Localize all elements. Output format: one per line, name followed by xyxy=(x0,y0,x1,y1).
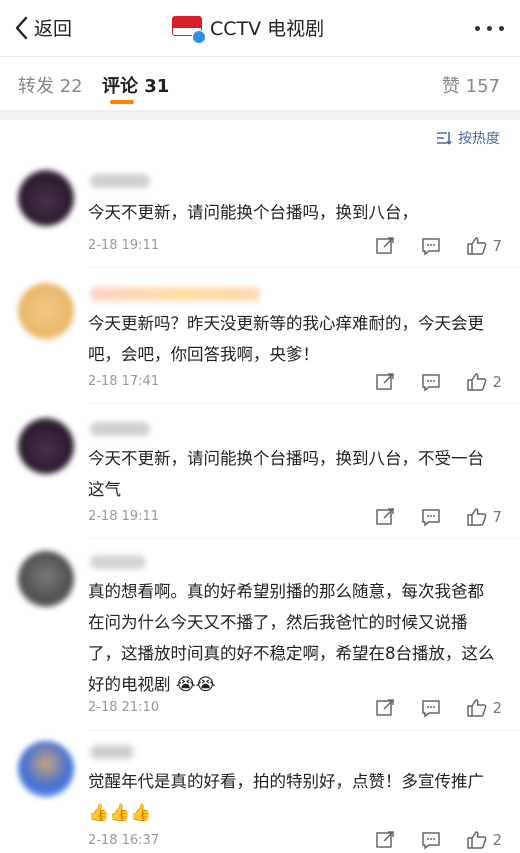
comment-time: 2-18 16:37 xyxy=(88,833,160,848)
comment-text: 觉醒年代是真的好看，拍的特别好，点赞！多宣传推广 👍👍👍 xyxy=(88,766,498,829)
reply-button[interactable] xyxy=(420,830,442,850)
comment-actions: 2 xyxy=(374,830,502,850)
comment-text: 今天不更新，请问能换个台播吗，换到八台，不受一台这气 xyxy=(88,449,484,499)
comment-actions: 7 xyxy=(374,507,502,527)
sort-label: 按热度 xyxy=(458,131,500,147)
cctv-logo-icon xyxy=(172,15,206,44)
username-blurred[interactable] xyxy=(90,555,146,569)
comment-icon xyxy=(422,832,441,850)
reply-button[interactable] xyxy=(420,698,442,718)
comment-time: 2-18 17:41 xyxy=(88,374,160,389)
username-blurred[interactable] xyxy=(90,287,260,301)
comment-divider xyxy=(88,729,520,730)
share-button[interactable] xyxy=(374,507,396,527)
like-count: 2 xyxy=(492,831,502,849)
reply-button[interactable] xyxy=(420,372,442,392)
thumbs-up-emoji-icon: 👍👍👍 xyxy=(88,803,152,823)
account-title[interactable]: CCTV 电视剧 xyxy=(172,14,325,44)
comment-icon xyxy=(422,509,441,527)
tab-repost[interactable]: 转发 22 xyxy=(18,72,83,98)
thumbs-up-icon xyxy=(467,373,487,391)
username-blurred[interactable] xyxy=(90,745,134,759)
comment-actions: 2 xyxy=(374,372,502,392)
share-button[interactable] xyxy=(374,698,396,718)
comment-icon xyxy=(422,700,441,718)
reply-button[interactable] xyxy=(420,236,442,256)
username-blurred[interactable] xyxy=(90,174,150,188)
share-icon xyxy=(376,508,395,525)
like-button[interactable]: 2 xyxy=(466,372,502,392)
like-button[interactable]: 2 xyxy=(466,830,502,850)
page-title: CCTV 电视剧 xyxy=(210,18,325,40)
section-divider xyxy=(0,110,520,120)
comment-text: 今天更新吗？昨天没更新等的我心痒难耐的，今天会更吧，会吧，你回答我啊，央爹！ xyxy=(88,314,484,364)
chevron-left-icon xyxy=(15,16,28,39)
like-button[interactable]: 7 xyxy=(466,507,502,527)
share-icon xyxy=(376,237,395,254)
tab-bar: 转发 22 评论 31 赞 157 xyxy=(0,56,520,110)
avatar[interactable] xyxy=(18,418,74,474)
comment-text: 真的想看啊。真的好希望别播的那么随意，每次我爸都在问为什么今天又不播了，然后我爸… xyxy=(88,576,498,701)
share-button[interactable] xyxy=(374,372,396,392)
comment-time: 2-18 21:10 xyxy=(88,700,160,715)
comment-text: 今天不更新，请问能换个台播吗，换到八台， xyxy=(88,203,418,222)
top-bar: 返回 CCTV 电视剧 xyxy=(0,0,520,57)
share-button[interactable] xyxy=(374,236,396,256)
like-button[interactable]: 7 xyxy=(466,236,502,256)
comment-icon xyxy=(422,238,441,256)
tab-comments[interactable]: 评论 31 xyxy=(102,72,169,98)
avatar[interactable] xyxy=(18,741,74,797)
thumbs-up-icon xyxy=(467,831,487,849)
share-icon xyxy=(376,699,395,716)
dot-icon xyxy=(475,26,480,31)
more-options-button[interactable] xyxy=(475,26,504,31)
verified-badge-icon xyxy=(192,29,206,44)
like-button[interactable]: 2 xyxy=(466,698,502,718)
comment-divider xyxy=(88,267,520,268)
thumbs-up-icon xyxy=(467,508,487,526)
crying-emoji-icon: 😭😭 xyxy=(175,675,216,695)
comment-text-body: 真的想看啊。真的好希望别播的那么随意，每次我爸都在问为什么今天又不播了，然后我爸… xyxy=(88,582,495,694)
back-label: 返回 xyxy=(34,18,73,40)
like-count: 7 xyxy=(492,508,502,526)
like-count: 2 xyxy=(492,699,502,717)
share-icon xyxy=(376,373,395,390)
sort-icon xyxy=(437,132,452,145)
comment-actions: 7 xyxy=(374,236,502,256)
thumbs-up-icon xyxy=(467,237,487,255)
share-icon xyxy=(376,831,395,848)
sort-by-hot-button[interactable]: 按热度 xyxy=(436,128,500,148)
avatar[interactable] xyxy=(18,170,74,226)
comment-icon xyxy=(422,374,441,392)
share-button[interactable] xyxy=(374,830,396,850)
like-count: 7 xyxy=(492,237,502,255)
comment-text-body: 觉醒年代是真的好看，拍的特别好，点赞！多宣传推广 xyxy=(88,772,484,791)
avatar[interactable] xyxy=(18,551,74,607)
avatar[interactable] xyxy=(18,283,74,339)
dot-icon xyxy=(487,26,492,31)
comment-time: 2-18 19:11 xyxy=(88,509,160,524)
comment-time: 2-18 19:11 xyxy=(88,238,160,253)
dot-icon xyxy=(499,26,504,31)
comment-divider xyxy=(88,403,520,404)
reply-button[interactable] xyxy=(420,507,442,527)
active-tab-indicator xyxy=(110,100,134,104)
comment-actions: 2 xyxy=(374,698,502,718)
tab-likes[interactable]: 赞 157 xyxy=(442,72,500,98)
back-button[interactable]: 返回 xyxy=(14,14,72,41)
comment-divider xyxy=(88,538,520,539)
thumbs-up-icon xyxy=(467,699,487,717)
like-count: 2 xyxy=(492,373,502,391)
username-blurred[interactable] xyxy=(90,422,150,436)
